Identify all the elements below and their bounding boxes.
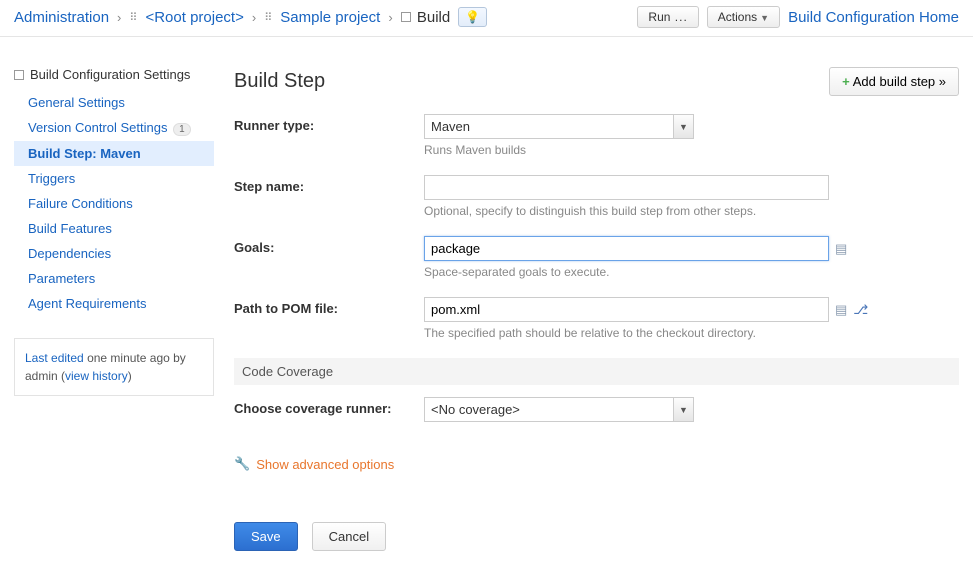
pom-label: Path to POM file: xyxy=(234,297,424,316)
ellipsis-icon: ... xyxy=(670,10,687,24)
sidebar-item-failure-conditions[interactable]: Failure Conditions xyxy=(14,191,214,216)
breadcrumb-separator: › xyxy=(252,10,256,25)
step-name-row: Step name: Optional, specify to distingu… xyxy=(234,175,959,218)
actions-dropdown[interactable]: Actions▼ xyxy=(707,6,780,28)
add-build-step-button[interactable]: +Add build step » xyxy=(829,67,959,96)
breadcrumb-sample-project[interactable]: Sample project xyxy=(280,9,380,26)
sidebar: Build Configuration Settings General Set… xyxy=(14,67,214,551)
show-advanced-link[interactable]: 🔧 Show advanced options xyxy=(234,456,394,472)
form-actions: Save Cancel xyxy=(234,522,959,551)
coverage-section-header: Code Coverage xyxy=(234,358,959,385)
pom-input[interactable] xyxy=(424,297,829,322)
breadcrumb-separator: › xyxy=(388,10,392,25)
wrench-icon: 🔧 xyxy=(234,456,250,472)
project-icon: ⠿ xyxy=(129,11,137,24)
build-config-icon xyxy=(14,70,24,80)
page-header: Build Step +Add build step » xyxy=(234,67,959,96)
goals-label: Goals: xyxy=(234,236,424,255)
coverage-runner-row: Choose coverage runner: <No coverage> ▼ xyxy=(234,397,959,422)
sidebar-nav: General Settings Version Control Setting… xyxy=(14,90,214,316)
main-content: Build Step +Add build step » Runner type… xyxy=(234,67,959,551)
topbar: Administration › ⠿ <Root project> › ⠿ Sa… xyxy=(0,0,973,37)
page-title: Build Step xyxy=(234,70,829,93)
runner-type-select[interactable]: Maven ▼ xyxy=(424,114,694,139)
breadcrumb-separator: › xyxy=(117,10,121,25)
topbar-actions: Run ... Actions▼ Build Configuration Hom… xyxy=(637,6,959,28)
sidebar-item-general[interactable]: General Settings xyxy=(14,90,214,115)
breadcrumb-build: Build xyxy=(401,9,451,26)
caret-down-icon: ▼ xyxy=(760,13,769,23)
coverage-runner-select[interactable]: <No coverage> ▼ xyxy=(424,397,694,422)
pom-hint: The specified path should be relative to… xyxy=(424,326,959,340)
runner-type-label: Runner type: xyxy=(234,114,424,133)
breadcrumb-root-project[interactable]: <Root project> xyxy=(145,9,243,26)
dropdown-arrow-icon[interactable]: ▼ xyxy=(674,397,694,422)
sidebar-item-vcs[interactable]: Version Control Settings 1 xyxy=(14,115,214,141)
view-history-link[interactable]: view history xyxy=(65,369,128,383)
breadcrumb: Administration › ⠿ <Root project> › ⠿ Sa… xyxy=(14,7,637,27)
sidebar-title: Build Configuration Settings xyxy=(14,67,214,82)
cancel-button[interactable]: Cancel xyxy=(312,522,386,551)
build-config-home-link[interactable]: Build Configuration Home xyxy=(788,9,959,26)
run-button[interactable]: Run ... xyxy=(637,6,698,28)
build-config-icon xyxy=(401,12,411,22)
runner-type-hint: Runs Maven builds xyxy=(424,143,959,157)
sidebar-item-triggers[interactable]: Triggers xyxy=(14,166,214,191)
vcs-count-badge: 1 xyxy=(173,123,191,136)
goals-input[interactable] xyxy=(424,236,829,261)
dropdown-arrow-icon[interactable]: ▼ xyxy=(674,114,694,139)
sidebar-item-dependencies[interactable]: Dependencies xyxy=(14,241,214,266)
plus-icon: + xyxy=(842,74,850,89)
runner-type-row: Runner type: Maven ▼ Runs Maven builds xyxy=(234,114,959,157)
tree-picker-icon[interactable]: ⎇ xyxy=(853,302,868,318)
project-icon: ⠿ xyxy=(264,11,272,24)
step-name-hint: Optional, specify to distinguish this bu… xyxy=(424,204,959,218)
save-button[interactable]: Save xyxy=(234,522,298,551)
expand-field-icon[interactable]: ▤ xyxy=(835,302,847,318)
hint-bulb-button[interactable]: 💡 xyxy=(458,7,487,27)
goals-row: Goals: ▤ Space-separated goals to execut… xyxy=(234,236,959,279)
sidebar-item-agent-requirements[interactable]: Agent Requirements xyxy=(14,291,214,316)
coverage-runner-label: Choose coverage runner: xyxy=(234,397,424,416)
breadcrumb-administration[interactable]: Administration xyxy=(14,9,109,26)
sidebar-item-build-step[interactable]: Build Step: Maven xyxy=(14,141,214,166)
goals-hint: Space-separated goals to execute. xyxy=(424,265,959,279)
expand-field-icon[interactable]: ▤ xyxy=(835,241,847,257)
last-edited-box: Last edited one minute ago by admin (vie… xyxy=(14,338,214,396)
last-edited-link[interactable]: Last edited xyxy=(25,351,84,365)
step-name-label: Step name: xyxy=(234,175,424,194)
step-name-input[interactable] xyxy=(424,175,829,200)
sidebar-item-build-features[interactable]: Build Features xyxy=(14,216,214,241)
sidebar-item-parameters[interactable]: Parameters xyxy=(14,266,214,291)
pom-row: Path to POM file: ▤ ⎇ The specified path… xyxy=(234,297,959,340)
